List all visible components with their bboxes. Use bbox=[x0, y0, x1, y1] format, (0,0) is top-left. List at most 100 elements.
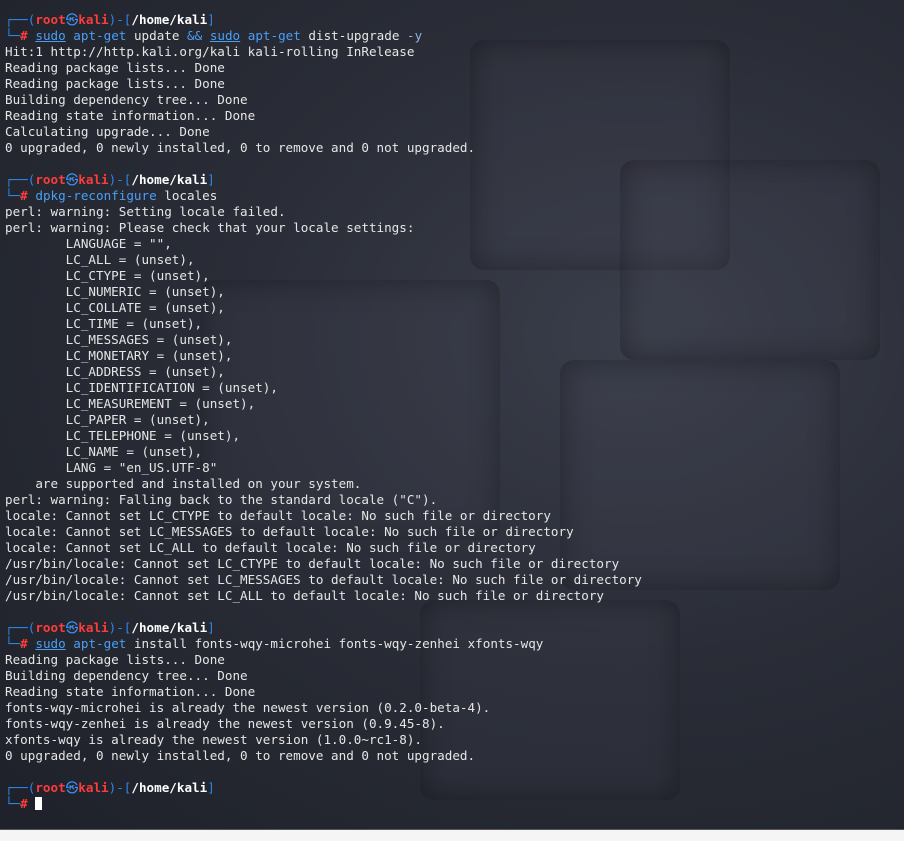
prompt-path: /home/kali bbox=[131, 12, 208, 27]
output-line: LC_TIME = (unset), bbox=[5, 316, 203, 331]
prompt-symbol: # bbox=[20, 636, 28, 651]
output-line: LC_CTYPE = (unset), bbox=[5, 268, 210, 283]
kali-skull-icon: ㉿ bbox=[65, 12, 79, 27]
prompt-frame: )-[ bbox=[108, 620, 132, 635]
prompt-frame: ] bbox=[207, 172, 215, 187]
prompt-header: ┌──(root㉿kali)-[/home/kali] bbox=[5, 780, 904, 796]
prompt-symbol: # bbox=[20, 796, 28, 811]
output-line: fonts-wqy-zenhei is already the newest v… bbox=[5, 716, 445, 731]
prompt-host: kali bbox=[78, 12, 109, 27]
output-line: LC_COLLATE = (unset), bbox=[5, 300, 225, 315]
output-line: LANGUAGE = "", bbox=[5, 236, 172, 251]
status-bar bbox=[0, 829, 904, 841]
output-line: perl: warning: Setting locale failed. bbox=[5, 204, 286, 219]
command-token: -y bbox=[406, 28, 423, 43]
prompt-frame: ┌──( bbox=[5, 620, 36, 635]
output-line: LC_MESSAGES = (unset), bbox=[5, 332, 233, 347]
kali-skull-icon: ㉿ bbox=[65, 620, 79, 635]
prompt-user: root bbox=[35, 620, 66, 635]
output-line: LC_PAPER = (unset), bbox=[5, 412, 210, 427]
output-line: /usr/bin/locale: Cannot set LC_MESSAGES … bbox=[5, 572, 642, 587]
output-line: xfonts-wqy is already the newest version… bbox=[5, 732, 423, 747]
prompt-frame: ┌──( bbox=[5, 12, 36, 27]
prompt-path: /home/kali bbox=[131, 172, 208, 187]
prompt-frame: └─ bbox=[5, 28, 21, 43]
command-token: dist-upgrade bbox=[300, 28, 407, 43]
command-token: install fonts-wqy-microhei fonts-wqy-zen… bbox=[126, 636, 544, 651]
output-line: /usr/bin/locale: Cannot set LC_ALL to de… bbox=[5, 588, 604, 603]
command-token: locales bbox=[156, 188, 218, 203]
output-line: /usr/bin/locale: Cannot set LC_CTYPE to … bbox=[5, 556, 620, 571]
prompt-frame: )-[ bbox=[108, 12, 132, 27]
prompt-header: ┌──(root㉿kali)-[/home/kali] bbox=[5, 172, 904, 188]
prompt-frame: ] bbox=[207, 620, 215, 635]
prompt-frame: ] bbox=[207, 12, 215, 27]
command-token: && bbox=[187, 28, 203, 43]
command-line[interactable]: └─# bbox=[5, 796, 904, 812]
output-line: LC_TELEPHONE = (unset), bbox=[5, 428, 241, 443]
output-line: LC_NAME = (unset), bbox=[5, 444, 203, 459]
output-line: Reading state information... Done bbox=[5, 108, 256, 123]
output-line: Building dependency tree... Done bbox=[5, 92, 248, 107]
output-line: perl: warning: Falling back to the stand… bbox=[5, 492, 438, 507]
command-token bbox=[240, 28, 248, 43]
output-line: LC_MONETARY = (unset), bbox=[5, 348, 233, 363]
output-line: perl: warning: Please check that your lo… bbox=[5, 220, 415, 235]
output-line: Calculating upgrade... Done bbox=[5, 124, 210, 139]
output-line: Reading package lists... Done bbox=[5, 60, 225, 75]
prompt-frame: └─ bbox=[5, 636, 21, 651]
terminal-window[interactable]: ┌──(root㉿kali)-[/home/kali] └─# sudo apt-… bbox=[0, 0, 904, 841]
kali-skull-icon: ㉿ bbox=[65, 172, 79, 187]
command-token bbox=[202, 28, 210, 43]
prompt-frame: ] bbox=[207, 780, 215, 795]
command-token: apt-get bbox=[73, 28, 127, 43]
output-line: Building dependency tree... Done bbox=[5, 668, 248, 683]
command-token: update bbox=[126, 28, 188, 43]
output-line: LANG = "en_US.UTF-8" bbox=[5, 460, 218, 475]
output-line: Hit:1 http://http.kali.org/kali kali-rol… bbox=[5, 44, 415, 59]
output-line: LC_NUMERIC = (unset), bbox=[5, 284, 225, 299]
output-line: fonts-wqy-microhei is already the newest… bbox=[5, 700, 491, 715]
text-cursor bbox=[35, 797, 43, 810]
prompt-frame: )-[ bbox=[108, 780, 132, 795]
prompt-header: ┌──(root㉿kali)-[/home/kali] bbox=[5, 620, 904, 636]
command-line[interactable]: └─# sudo apt-get install fonts-wqy-micro… bbox=[5, 636, 904, 652]
prompt-user: root bbox=[35, 780, 66, 795]
prompt-user: root bbox=[35, 172, 66, 187]
output-line: locale: Cannot set LC_MESSAGES to defaul… bbox=[5, 524, 574, 539]
command-token: apt-get bbox=[247, 28, 301, 43]
prompt-symbol: # bbox=[20, 188, 28, 203]
output-line: locale: Cannot set LC_CTYPE to default l… bbox=[5, 508, 551, 523]
kali-skull-icon: ㉿ bbox=[65, 780, 79, 795]
output-line: are supported and installed on your syst… bbox=[5, 476, 362, 491]
prompt-frame: └─ bbox=[5, 188, 21, 203]
prompt-frame: ┌──( bbox=[5, 172, 36, 187]
prompt-host: kali bbox=[78, 780, 109, 795]
output-line: LC_ALL = (unset), bbox=[5, 252, 195, 267]
prompt-path: /home/kali bbox=[131, 780, 208, 795]
command-token: apt-get bbox=[73, 636, 127, 651]
terminal-output[interactable]: ┌──(root㉿kali)-[/home/kali] └─# sudo apt-… bbox=[5, 12, 904, 812]
output-line: Reading state information... Done bbox=[5, 684, 256, 699]
command-line[interactable]: └─# sudo apt-get update && sudo apt-get … bbox=[5, 28, 904, 44]
command-token: dpkg-reconfigure bbox=[35, 188, 157, 203]
prompt-symbol: # bbox=[20, 28, 28, 43]
output-line: Reading package lists... Done bbox=[5, 76, 225, 91]
prompt-host: kali bbox=[78, 172, 109, 187]
prompt-header: ┌──(root㉿kali)-[/home/kali] bbox=[5, 12, 904, 28]
command-token: sudo bbox=[35, 636, 66, 651]
command-line[interactable]: └─# dpkg-reconfigure locales bbox=[5, 188, 904, 204]
prompt-host: kali bbox=[78, 620, 109, 635]
output-line: LC_ADDRESS = (unset), bbox=[5, 364, 225, 379]
prompt-user: root bbox=[35, 12, 66, 27]
output-line: locale: Cannot set LC_ALL to default loc… bbox=[5, 540, 536, 555]
output-line: LC_MEASUREMENT = (unset), bbox=[5, 396, 256, 411]
output-line: 0 upgraded, 0 newly installed, 0 to remo… bbox=[5, 748, 476, 763]
prompt-frame: )-[ bbox=[108, 172, 132, 187]
prompt-path: /home/kali bbox=[131, 620, 208, 635]
command-token: sudo bbox=[209, 28, 241, 43]
output-line: 0 upgraded, 0 newly installed, 0 to remo… bbox=[5, 140, 476, 155]
